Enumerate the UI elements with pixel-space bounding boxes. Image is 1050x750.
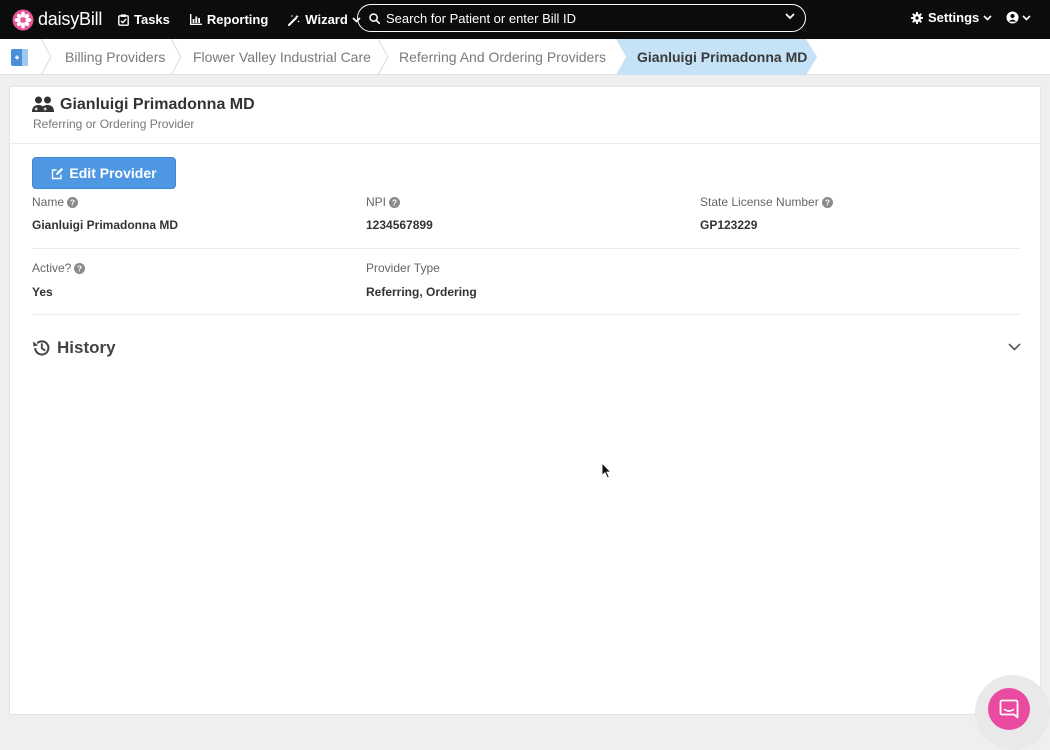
edit-provider-label: Edit Provider — [69, 165, 157, 181]
history-icon — [33, 340, 50, 356]
user-circle-icon — [1006, 11, 1019, 24]
nav-reporting-label: Reporting — [206, 12, 269, 27]
license-label: State License Number — [700, 195, 819, 209]
sidebar-toggle-icon[interactable] — [11, 49, 28, 66]
breadcrumb-item-referring-ordering[interactable]: Referring And Ordering Providers — [399, 39, 606, 75]
name-label-group: Name ? — [32, 195, 79, 209]
breadcrumb-current: Gianluigi Primadonna MD — [637, 49, 808, 65]
bar-chart-icon — [189, 14, 202, 25]
history-title: History — [57, 338, 116, 357]
nav-settings-dropdown[interactable]: Settings — [911, 10, 992, 25]
nav-settings-label: Settings — [928, 10, 980, 25]
breadcrumb-item-billing-providers[interactable]: Billing Providers — [65, 39, 165, 75]
edit-icon — [52, 167, 64, 179]
global-search[interactable] — [357, 4, 806, 32]
magic-wand-icon — [288, 14, 300, 26]
search-icon — [369, 12, 380, 24]
name-value: Gianluigi Primadonna MD — [32, 218, 179, 232]
page-title: Gianluigi Primadonna MD — [60, 96, 255, 113]
active-label: Active? — [32, 261, 72, 275]
card-header: Gianluigi Primadonna MD Referring or Ord… — [10, 87, 1040, 144]
user-account-dropdown[interactable] — [1006, 11, 1031, 24]
nav-tasks[interactable]: Tasks — [118, 12, 170, 27]
nav-tasks-label: Tasks — [134, 12, 170, 27]
svg-text:?: ? — [77, 263, 82, 273]
gear-icon — [911, 11, 923, 24]
license-label-group: State License Number ? — [700, 195, 833, 209]
page-subtitle: Referring or Ordering Provider — [33, 117, 195, 131]
svg-text:?: ? — [70, 197, 75, 207]
divider — [32, 248, 1021, 249]
provider-type-label-group: Provider Type — [366, 261, 440, 275]
help-icon[interactable]: ? — [67, 196, 79, 208]
provider-type-value: Referring, Ordering — [366, 285, 477, 299]
help-icon[interactable]: ? — [389, 196, 401, 208]
top-navbar: daisyBill Tasks Reporting Wizard Search … — [0, 0, 1050, 39]
breadcrumb-separator — [170, 39, 182, 75]
breadcrumb-item-practice[interactable]: Flower Valley Industrial Care — [193, 39, 371, 75]
active-value: Yes — [32, 285, 53, 299]
breadcrumb: Billing Providers Flower Valley Industri… — [0, 39, 1050, 75]
chat-launcher-button[interactable] — [988, 688, 1030, 730]
provider-type-label: Provider Type — [366, 261, 440, 275]
nav-wizard-dropdown[interactable]: Wizard — [288, 12, 361, 27]
brand-name: daisyBill — [38, 9, 103, 29]
npi-label: NPI — [366, 195, 387, 209]
chevron-down-icon — [983, 14, 992, 21]
nav-wizard-label: Wizard — [305, 12, 348, 27]
active-label-group: Active? ? — [32, 261, 86, 275]
npi-value: 1234567899 — [366, 218, 433, 232]
user-group-icon — [32, 96, 54, 112]
breadcrumb-separator — [40, 39, 52, 75]
brand[interactable]: daisyBill — [12, 9, 112, 31]
svg-text:?: ? — [825, 197, 830, 207]
search-input[interactable] — [386, 10, 766, 26]
license-value: GP123229 — [700, 218, 758, 232]
breadcrumb-separator — [377, 39, 389, 75]
divider — [32, 314, 1021, 315]
clipboard-check-icon — [118, 13, 129, 26]
nav-reporting[interactable]: Reporting — [189, 12, 269, 27]
help-icon[interactable]: ? — [821, 196, 833, 208]
search-chevron-down-icon[interactable] — [785, 13, 795, 20]
daisy-logo-icon — [12, 9, 34, 30]
chevron-down-icon — [1008, 343, 1021, 351]
provider-detail-card: Gianluigi Primadonna MD Referring or Ord… — [9, 86, 1041, 715]
mouse-cursor-icon — [601, 462, 612, 479]
help-icon[interactable]: ? — [74, 262, 86, 274]
svg-text:?: ? — [392, 197, 397, 207]
name-label: Name — [32, 195, 65, 209]
history-section-toggle[interactable]: History — [32, 337, 1021, 361]
edit-provider-button[interactable]: Edit Provider — [32, 157, 176, 189]
chat-bubble-icon — [999, 699, 1019, 719]
npi-label-group: NPI ? — [366, 195, 401, 209]
chevron-down-icon — [1022, 14, 1031, 21]
